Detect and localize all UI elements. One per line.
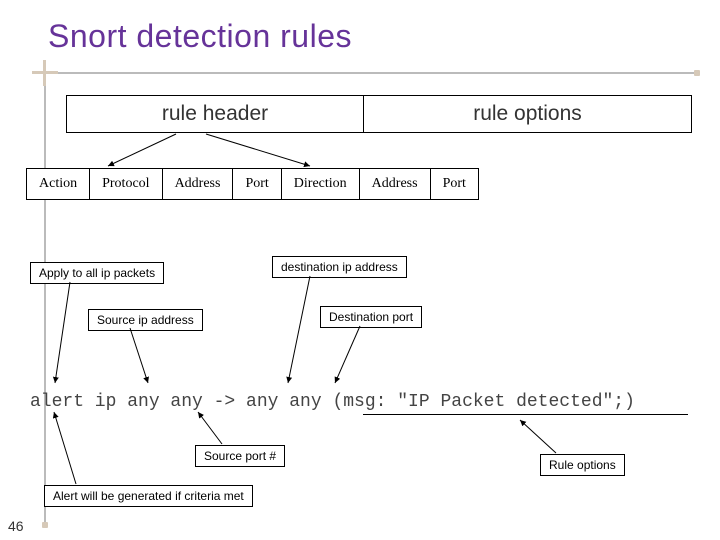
deco-dot xyxy=(694,70,700,76)
rule-options-underline xyxy=(363,414,688,415)
divider-horizontal xyxy=(58,72,698,74)
label-dest-port: Destination port xyxy=(320,306,422,328)
label-rule-opts: Rule options xyxy=(540,454,625,476)
divider-vertical xyxy=(44,86,46,526)
rule-split-header: rule header rule options xyxy=(66,95,692,133)
deco-dot xyxy=(42,522,48,528)
label-apply: Apply to all ip packets xyxy=(30,262,164,284)
label-alert: Alert will be generated if criteria met xyxy=(44,485,253,507)
field-cell: Direction xyxy=(281,168,359,200)
field-cell: Protocol xyxy=(89,168,161,200)
field-cell: Port xyxy=(232,168,280,200)
rule-header-label: rule header xyxy=(66,95,364,133)
label-src-port: Source port # xyxy=(195,445,285,467)
label-dest-ip: destination ip address xyxy=(272,256,407,278)
field-cell: Action xyxy=(26,168,89,200)
snort-rule-code: alert ip any any -> any any (msg: "IP Pa… xyxy=(30,392,635,412)
field-cell: Address xyxy=(359,168,430,200)
corner-decoration xyxy=(32,60,58,86)
field-cell: Port xyxy=(430,168,479,200)
slide-number: 46 xyxy=(8,518,24,534)
rule-header-fields: ActionProtocolAddressPortDirectionAddres… xyxy=(26,168,479,200)
rule-options-label: rule options xyxy=(364,95,692,133)
page-title: Snort detection rules xyxy=(48,18,352,55)
label-src-ip: Source ip address xyxy=(88,309,203,331)
field-cell: Address xyxy=(162,168,233,200)
